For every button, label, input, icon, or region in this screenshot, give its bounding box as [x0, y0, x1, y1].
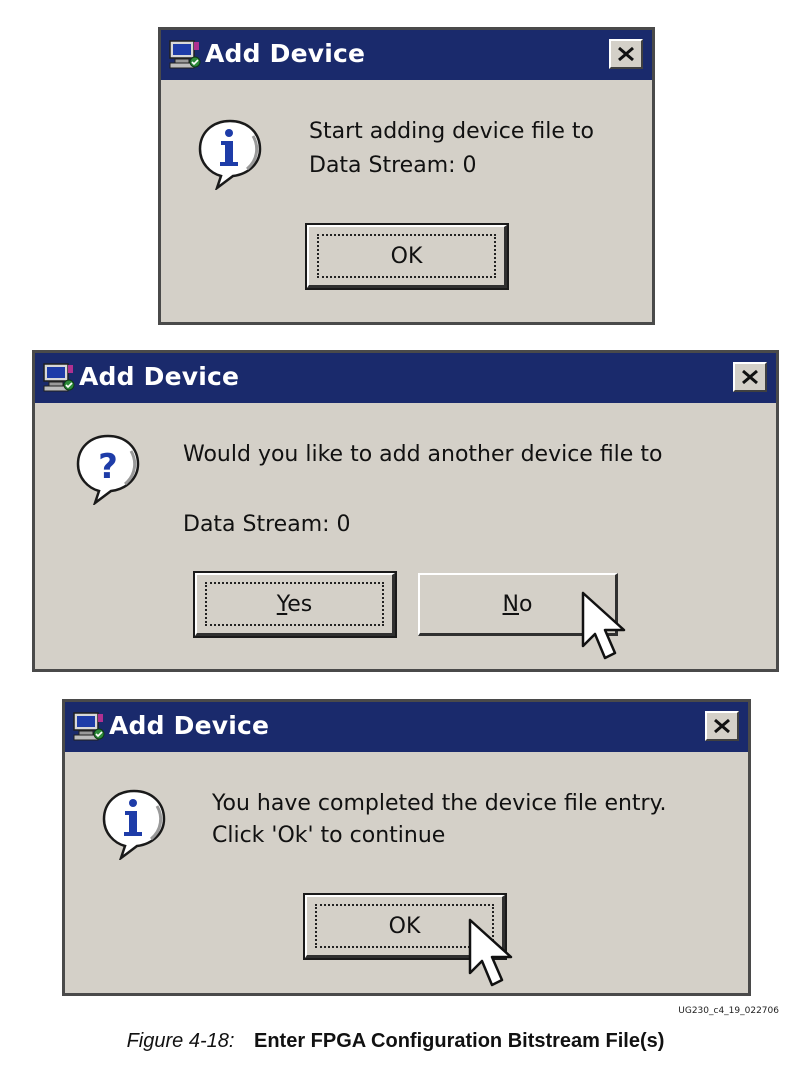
mouse-pointer-icon: [467, 917, 519, 989]
close-icon: [742, 369, 758, 385]
dialog-title: Add Device: [79, 362, 240, 391]
info-icon: [197, 118, 263, 190]
message-line-2: Click 'Ok' to continue: [212, 823, 446, 848]
message-line-1: Start adding device file to: [309, 119, 595, 144]
figure-id: UG230_c4_19_022706: [678, 1006, 779, 1016]
message-line-2: Data Stream: 0: [309, 153, 477, 178]
close-icon: [714, 718, 730, 734]
message-line-2: Data Stream: 0: [183, 512, 351, 537]
close-button[interactable]: [705, 711, 739, 741]
add-device-dialog-complete: Add Device You have completed the device…: [62, 699, 751, 996]
ok-button-label: OK: [390, 243, 423, 269]
add-device-dialog-another: Add Device ? Would you like to add anoth…: [32, 350, 779, 672]
ok-button-label: OK: [388, 913, 421, 939]
yes-mnemonic: Y: [276, 591, 288, 617]
close-button[interactable]: [609, 39, 643, 69]
ok-button[interactable]: OK: [305, 223, 509, 290]
info-icon: [101, 788, 167, 860]
no-label-rest: o: [519, 591, 533, 617]
title-bar: Add Device: [35, 353, 776, 403]
title-bar: Add Device: [65, 702, 748, 752]
yes-button[interactable]: Yes: [193, 571, 397, 638]
close-button[interactable]: [733, 362, 767, 392]
close-icon: [618, 46, 634, 62]
svg-text:?: ?: [98, 447, 118, 487]
title-bar: Add Device: [161, 30, 652, 80]
message-line-1: Would you like to add another device fil…: [183, 442, 663, 467]
message-line-1: You have completed the device file entry…: [212, 791, 667, 816]
mouse-pointer-icon: [580, 590, 632, 662]
figure-caption: Figure 4-18: Enter FPGA Configuration Bi…: [0, 1030, 791, 1053]
app-device-icon: [43, 363, 75, 393]
question-icon: ?: [75, 433, 141, 505]
app-device-icon: [169, 40, 201, 70]
no-button-label: No: [503, 592, 533, 617]
app-device-icon: [73, 712, 105, 742]
dialog-title: Add Device: [109, 711, 270, 740]
figure-number: Figure 4-18:: [126, 1030, 235, 1052]
figure-title: Enter FPGA Configuration Bitstream File(…: [254, 1030, 665, 1052]
yes-button-label: Yes: [277, 592, 313, 617]
yes-label-rest: es: [287, 591, 313, 617]
dialog-title: Add Device: [205, 39, 366, 68]
add-device-dialog-start: Add Device Start adding device file to D…: [158, 27, 655, 325]
no-mnemonic: N: [502, 591, 519, 617]
